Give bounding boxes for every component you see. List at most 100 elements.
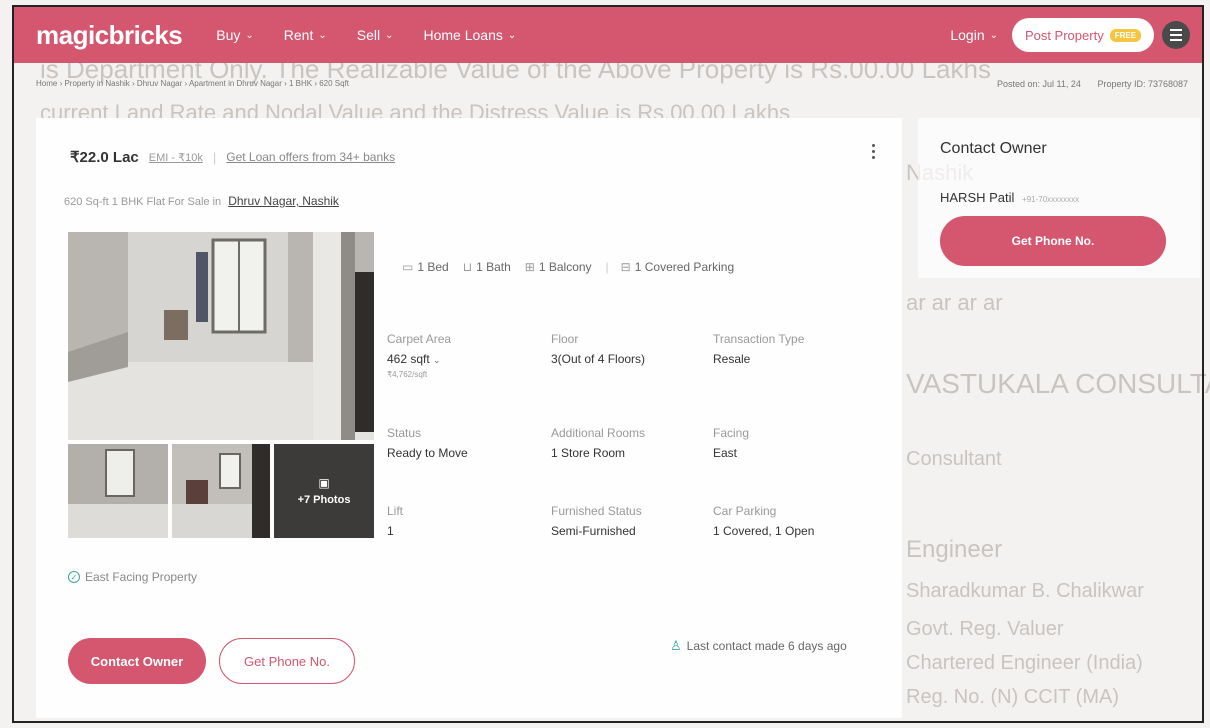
nav-rent[interactable]: Rent ⌄ bbox=[284, 27, 327, 43]
property-subtitle: 620 Sq-ft 1 BHK Flat For Sale in Dhruv N… bbox=[64, 194, 339, 208]
property-id: Property ID: 73768087 bbox=[1097, 79, 1188, 89]
detail-label: Facing bbox=[713, 426, 750, 440]
detail-value: Resale bbox=[713, 352, 751, 366]
photo-thumbnail[interactable] bbox=[68, 444, 168, 538]
more-photos-button[interactable]: ▣ +7 Photos bbox=[274, 444, 374, 538]
free-badge: FREE bbox=[1109, 28, 1142, 42]
subtitle-text: 620 Sq-ft 1 BHK Flat For Sale in bbox=[64, 196, 222, 208]
bath-icon: ⊔ bbox=[462, 260, 473, 274]
posted-date: Posted on: Jul 11, 24 bbox=[997, 79, 1081, 89]
contact-owner-panel: Contact Owner HARSH Patil +91-70xxxxxxxx… bbox=[918, 118, 1200, 278]
divider: | bbox=[212, 149, 217, 165]
owner-get-phone-button[interactable]: Get Phone No. bbox=[940, 216, 1166, 266]
detail-additional-rooms: Additional Rooms 1 Store Room bbox=[551, 426, 645, 460]
breadcrumb[interactable]: Home › Property in Nashik › Dhruv Nagar … bbox=[36, 79, 349, 88]
contact-owner-button[interactable]: Contact Owner bbox=[68, 638, 206, 684]
detail-value: East bbox=[713, 446, 738, 460]
owner-masked-phone: +91-70xxxxxxxx bbox=[1022, 195, 1080, 204]
detail-label: Car Parking bbox=[713, 504, 777, 518]
detail-value: 1 Store Room bbox=[551, 446, 626, 460]
user-icon: ♙ bbox=[670, 638, 682, 653]
detail-label: Additional Rooms bbox=[551, 426, 646, 440]
detail-value: Semi-Furnished bbox=[551, 524, 636, 538]
nav-buy-label: Buy bbox=[216, 27, 241, 43]
more-photos-label: +7 Photos bbox=[297, 494, 351, 506]
detail-facing: Facing East bbox=[713, 426, 749, 460]
detail-car-parking: Car Parking 1 Covered, 1 Open bbox=[713, 504, 814, 538]
detail-value: Ready to Move bbox=[387, 446, 468, 460]
price-per-sqft: ₹4,762/sqft bbox=[387, 370, 428, 379]
nav-buy[interactable]: Buy ⌄ bbox=[216, 27, 254, 43]
chevron-down-icon: ⌄ bbox=[989, 29, 998, 41]
nav-home-loans[interactable]: Home Loans ⌄ bbox=[423, 27, 516, 43]
nav-sell-label: Sell bbox=[356, 27, 381, 43]
detail-lift: Lift 1 bbox=[387, 504, 403, 538]
more-options-icon[interactable] bbox=[872, 144, 875, 159]
detail-label: Carpet Area bbox=[387, 332, 452, 346]
detail-label: Lift bbox=[387, 504, 404, 518]
amenity-label: 1 Bath bbox=[476, 260, 511, 274]
gallery-icon: ▣ bbox=[318, 476, 330, 490]
amenity-label: 1 Bed bbox=[417, 260, 449, 274]
locality-link[interactable]: Dhruv Nagar, Nashik bbox=[228, 194, 339, 208]
amenity-balcony: ⊞ 1 Balcony bbox=[525, 260, 592, 274]
amenity-label: 1 Balcony bbox=[538, 260, 592, 274]
header-actions: Login ⌄ Post Property FREE bbox=[950, 18, 1190, 52]
balcony-icon: ⊞ bbox=[524, 260, 535, 274]
login-button[interactable]: Login ⌄ bbox=[950, 27, 998, 43]
nav-home-loans-label: Home Loans bbox=[423, 27, 503, 43]
post-property-label: Post Property bbox=[1024, 27, 1104, 43]
amenity-bed: ▭ 1 Bed bbox=[402, 260, 449, 274]
main-photo[interactable] bbox=[68, 232, 374, 440]
carpet-area-value: 462 sqft bbox=[387, 352, 430, 366]
detail-value: 1 Covered, 1 Open bbox=[713, 524, 815, 538]
amenities-row: ▭ 1 Bed ⊔ 1 Bath ⊞ 1 Balcony | ⊟ 1 Covered P… bbox=[402, 260, 748, 274]
price: ₹22.0 Lac bbox=[70, 149, 139, 166]
facing-note-text: East Facing Property bbox=[85, 570, 198, 584]
photo-thumbnail[interactable] bbox=[172, 444, 270, 538]
detail-carpet-area: Carpet Area 462 sqft ⌄ ₹4,762/sqft bbox=[387, 332, 451, 379]
owner-panel-title: Contact Owner bbox=[940, 140, 1047, 157]
top-navbar: magicbricks Buy ⌄ Rent ⌄ Sell ⌄ Home Loans ⌄… bbox=[14, 7, 1202, 63]
amenity-parking: ⊟ 1 Covered Parking bbox=[621, 260, 734, 274]
listing-meta: Posted on: Jul 11, 24 Property ID: 73768… bbox=[983, 79, 1188, 89]
detail-value: 1 bbox=[387, 524, 394, 538]
hamburger-menu-icon[interactable] bbox=[1162, 21, 1190, 49]
main-nav: Buy ⌄ Rent ⌄ Sell ⌄ Home Loans ⌄ bbox=[216, 27, 546, 43]
parking-icon: ⊟ bbox=[620, 260, 631, 274]
amenity-label: 1 Covered Parking bbox=[634, 260, 735, 274]
chevron-down-icon: ⌄ bbox=[507, 29, 517, 41]
chevron-down-icon: ⌄ bbox=[245, 29, 254, 41]
last-contact-info: ♙ Last contact made 6 days ago bbox=[670, 638, 847, 654]
property-card: ₹22.0 Lac EMI - ₹10k | Get Loan offers f… bbox=[36, 118, 902, 718]
detail-label: Furnished Status bbox=[551, 504, 642, 518]
bed-icon: ▭ bbox=[402, 260, 414, 274]
loan-offers-link[interactable]: Get Loan offers from 34+ banks bbox=[226, 150, 395, 164]
detail-value: 3(Out of 4 Floors) bbox=[551, 352, 646, 366]
chevron-down-icon: ⌄ bbox=[318, 29, 327, 41]
emi-link[interactable]: EMI - ₹10k bbox=[149, 151, 203, 164]
detail-label: Floor bbox=[551, 332, 579, 346]
divider: | bbox=[605, 260, 609, 274]
login-label: Login bbox=[950, 27, 985, 43]
price-row: ₹22.0 Lac EMI - ₹10k | Get Loan offers f… bbox=[70, 148, 395, 166]
detail-label: Transaction Type bbox=[713, 332, 805, 346]
owner-name-text: HARSH Patil bbox=[940, 190, 1015, 205]
detail-furnished: Furnished Status Semi-Furnished bbox=[551, 504, 642, 538]
chevron-down-icon: ⌄ bbox=[385, 29, 394, 41]
post-property-button[interactable]: Post Property FREE bbox=[1012, 18, 1154, 52]
nav-sell[interactable]: Sell ⌄ bbox=[357, 27, 394, 43]
nav-rent-label: Rent bbox=[283, 27, 314, 43]
owner-name: HARSH Patil +91-70xxxxxxxx bbox=[940, 190, 1079, 205]
facing-note: ✓ East Facing Property bbox=[68, 570, 197, 584]
amenity-bath: ⊔ 1 Bath bbox=[463, 260, 511, 274]
chevron-down-icon: ⌄ bbox=[433, 355, 441, 365]
detail-value[interactable]: 462 sqft ⌄ bbox=[387, 352, 451, 366]
get-phone-button[interactable]: Get Phone No. bbox=[219, 638, 355, 684]
site-logo[interactable]: magicbricks bbox=[36, 20, 183, 51]
last-contact-text: Last contact made 6 days ago bbox=[686, 639, 847, 653]
check-circle-icon: ✓ bbox=[68, 571, 80, 583]
detail-floor: Floor 3(Out of 4 Floors) bbox=[551, 332, 645, 366]
detail-status: Status Ready to Move bbox=[387, 426, 468, 460]
detail-transaction: Transaction Type Resale bbox=[713, 332, 804, 366]
